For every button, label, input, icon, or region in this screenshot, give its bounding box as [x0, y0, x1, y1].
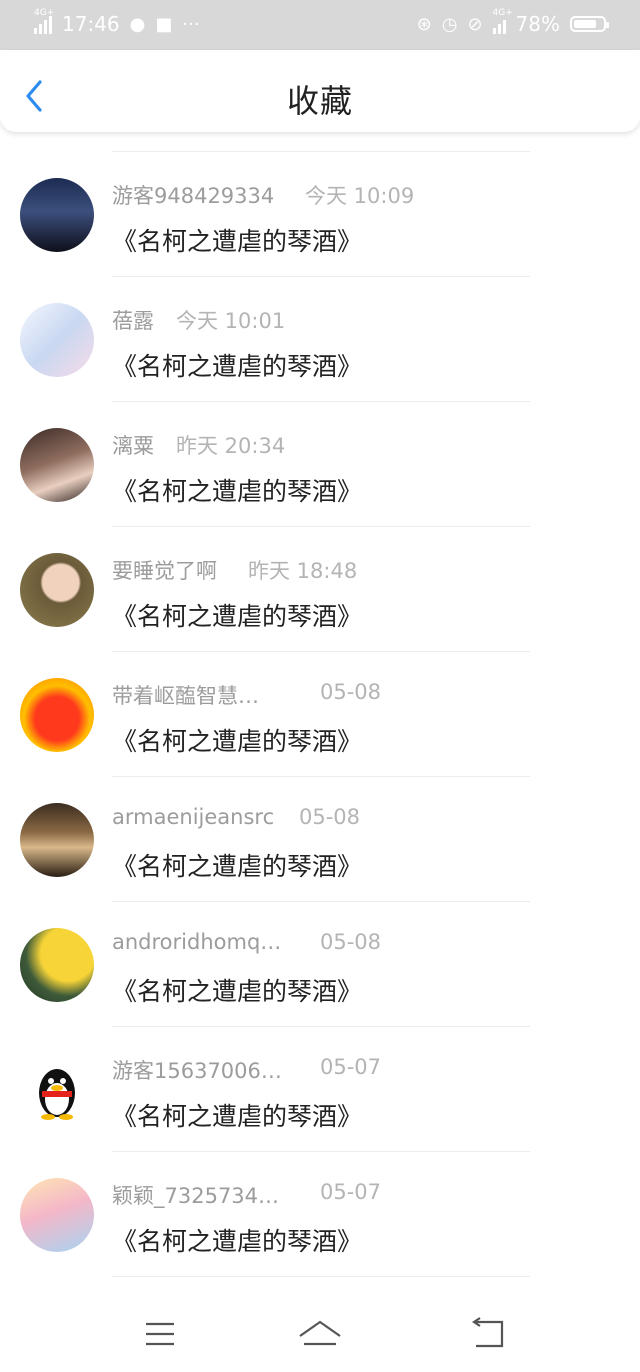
avatar[interactable]	[20, 428, 94, 502]
favorites-list: 《名柯之遭虐的琴酒》游客948429334今天 10:09《名柯之遭虐的琴酒》蓓…	[0, 132, 640, 1277]
alarm-icon: ◷	[441, 13, 458, 35]
favorite-item[interactable]: 《名柯之遭虐的琴酒》	[0, 132, 640, 152]
mute-icon: ⊘	[467, 13, 483, 35]
user-name: 要睡觉了啊	[112, 559, 217, 583]
favorites-list-viewport[interactable]: 《名柯之遭虐的琴酒》游客948429334今天 10:09《名柯之遭虐的琴酒》蓓…	[0, 132, 640, 1294]
favorite-item[interactable]: 要睡觉了啊 昨天 18:48 《名柯之遭虐的琴酒》	[0, 527, 640, 652]
user-name: 带着岖醢智慧…	[112, 684, 259, 708]
book-title[interactable]: 《名柯之遭虐的琴酒》	[112, 1097, 362, 1133]
home-icon	[299, 1320, 341, 1346]
timestamp: 05-07	[320, 1180, 382, 1204]
avatar[interactable]	[20, 678, 94, 752]
bluetooth-icon: ⊛	[416, 13, 432, 35]
favorite-item[interactable]: 颖颖_7325734… 05-07 《名柯之遭虐的琴酒》	[0, 1152, 640, 1277]
user-name: armaenijeansrc	[112, 805, 275, 829]
book-title[interactable]: 《名柯之遭虐的琴酒》	[112, 847, 362, 883]
status-left: 4G+ 17:46 ● ■ ···	[34, 8, 200, 36]
return-button[interactable]	[458, 1314, 518, 1354]
home-button[interactable]	[290, 1314, 350, 1354]
avatar[interactable]	[20, 803, 94, 877]
user-name: 游客15637006…	[112, 1059, 282, 1083]
timestamp: 05-08	[320, 680, 382, 704]
favorite-item[interactable]: androridhomq… 05-08 《名柯之遭虐的琴酒》	[0, 902, 640, 1027]
timestamp: 05-08	[320, 930, 382, 954]
battery-percent: 78%	[515, 12, 560, 36]
avatar[interactable]	[20, 553, 94, 627]
timestamp: 05-07	[320, 1055, 382, 1079]
book-title[interactable]: 《名柯之遭虐的琴酒》	[112, 597, 362, 633]
battery-level	[574, 20, 596, 28]
book-title[interactable]: 《名柯之遭虐的琴酒》	[112, 1222, 362, 1258]
status-bar: 4G+ 17:46 ● ■ ··· ⊛ ◷ ⊘ 4G+ 78%	[0, 0, 640, 50]
return-icon	[472, 1317, 504, 1348]
avatar[interactable]	[20, 178, 94, 252]
network-type-right: 4G+	[492, 8, 513, 18]
user-name: 游客948429334	[112, 184, 275, 208]
user-name: 漓粟	[112, 434, 154, 458]
header: 收藏	[0, 50, 640, 132]
favorite-item[interactable]: armaenijeansrc 05-08 《名柯之遭虐的琴酒》	[0, 777, 640, 902]
favorite-item[interactable]: 游客15637006… 05-07 《名柯之遭虐的琴酒》	[0, 1027, 640, 1152]
book-title[interactable]: 《名柯之遭虐的琴酒》	[112, 722, 362, 758]
book-title[interactable]: 《名柯之遭虐的琴酒》	[112, 972, 362, 1008]
page-title: 收藏	[286, 82, 353, 120]
signal-icon: 4G+	[34, 8, 54, 34]
book-title[interactable]: 《名柯之遭虐的琴酒》	[112, 222, 362, 258]
clock: 17:46	[62, 12, 120, 36]
user-name: androridhomq…	[112, 930, 282, 954]
more-notifications-icon: ···	[182, 13, 200, 35]
favorite-item[interactable]: 蓓露 今天 10:01 《名柯之遭虐的琴酒》	[0, 277, 640, 402]
book-title[interactable]: 《名柯之遭虐的琴酒》	[112, 347, 362, 383]
favorite-item[interactable]: 漓粟 昨天 20:34 《名柯之遭虐的琴酒》	[0, 402, 640, 527]
book-title[interactable]: 《名柯之遭虐的琴酒》	[112, 472, 362, 508]
system-nav-bar	[0, 1294, 640, 1372]
favorite-item[interactable]: 游客948429334 今天 10:09 《名柯之遭虐的琴酒》	[0, 152, 640, 277]
facebook-icon: ■	[155, 13, 173, 35]
timestamp: 今天 10:09	[305, 184, 415, 208]
row-divider	[112, 1276, 530, 1277]
menu-button[interactable]	[130, 1314, 190, 1354]
user-name: 蓓露	[112, 309, 154, 333]
user-name: 颖颖_7325734…	[112, 1184, 280, 1208]
timestamp: 昨天 20:34	[176, 434, 286, 458]
network-type-left: 4G+	[34, 8, 55, 18]
avatar[interactable]	[20, 1053, 94, 1127]
book-title[interactable]: 《名柯之遭虐的琴酒》	[112, 132, 362, 133]
signal-icon-right: 4G+	[492, 8, 513, 34]
battery-icon	[570, 16, 609, 32]
status-right: ⊛ ◷ ⊘ 4G+ 78%	[416, 8, 609, 36]
avatar[interactable]	[20, 1178, 94, 1252]
timestamp: 昨天 18:48	[248, 559, 358, 583]
favorite-item[interactable]: 带着岖醢智慧… 05-08 《名柯之遭虐的琴酒》	[0, 652, 640, 777]
avatar[interactable]	[20, 303, 94, 377]
menu-icon	[146, 1322, 174, 1346]
timestamp: 05-08	[299, 805, 361, 829]
avatar[interactable]	[20, 928, 94, 1002]
messenger-icon: ●	[129, 13, 146, 35]
timestamp: 今天 10:01	[176, 309, 286, 333]
qq-penguin-icon	[39, 1069, 75, 1120]
